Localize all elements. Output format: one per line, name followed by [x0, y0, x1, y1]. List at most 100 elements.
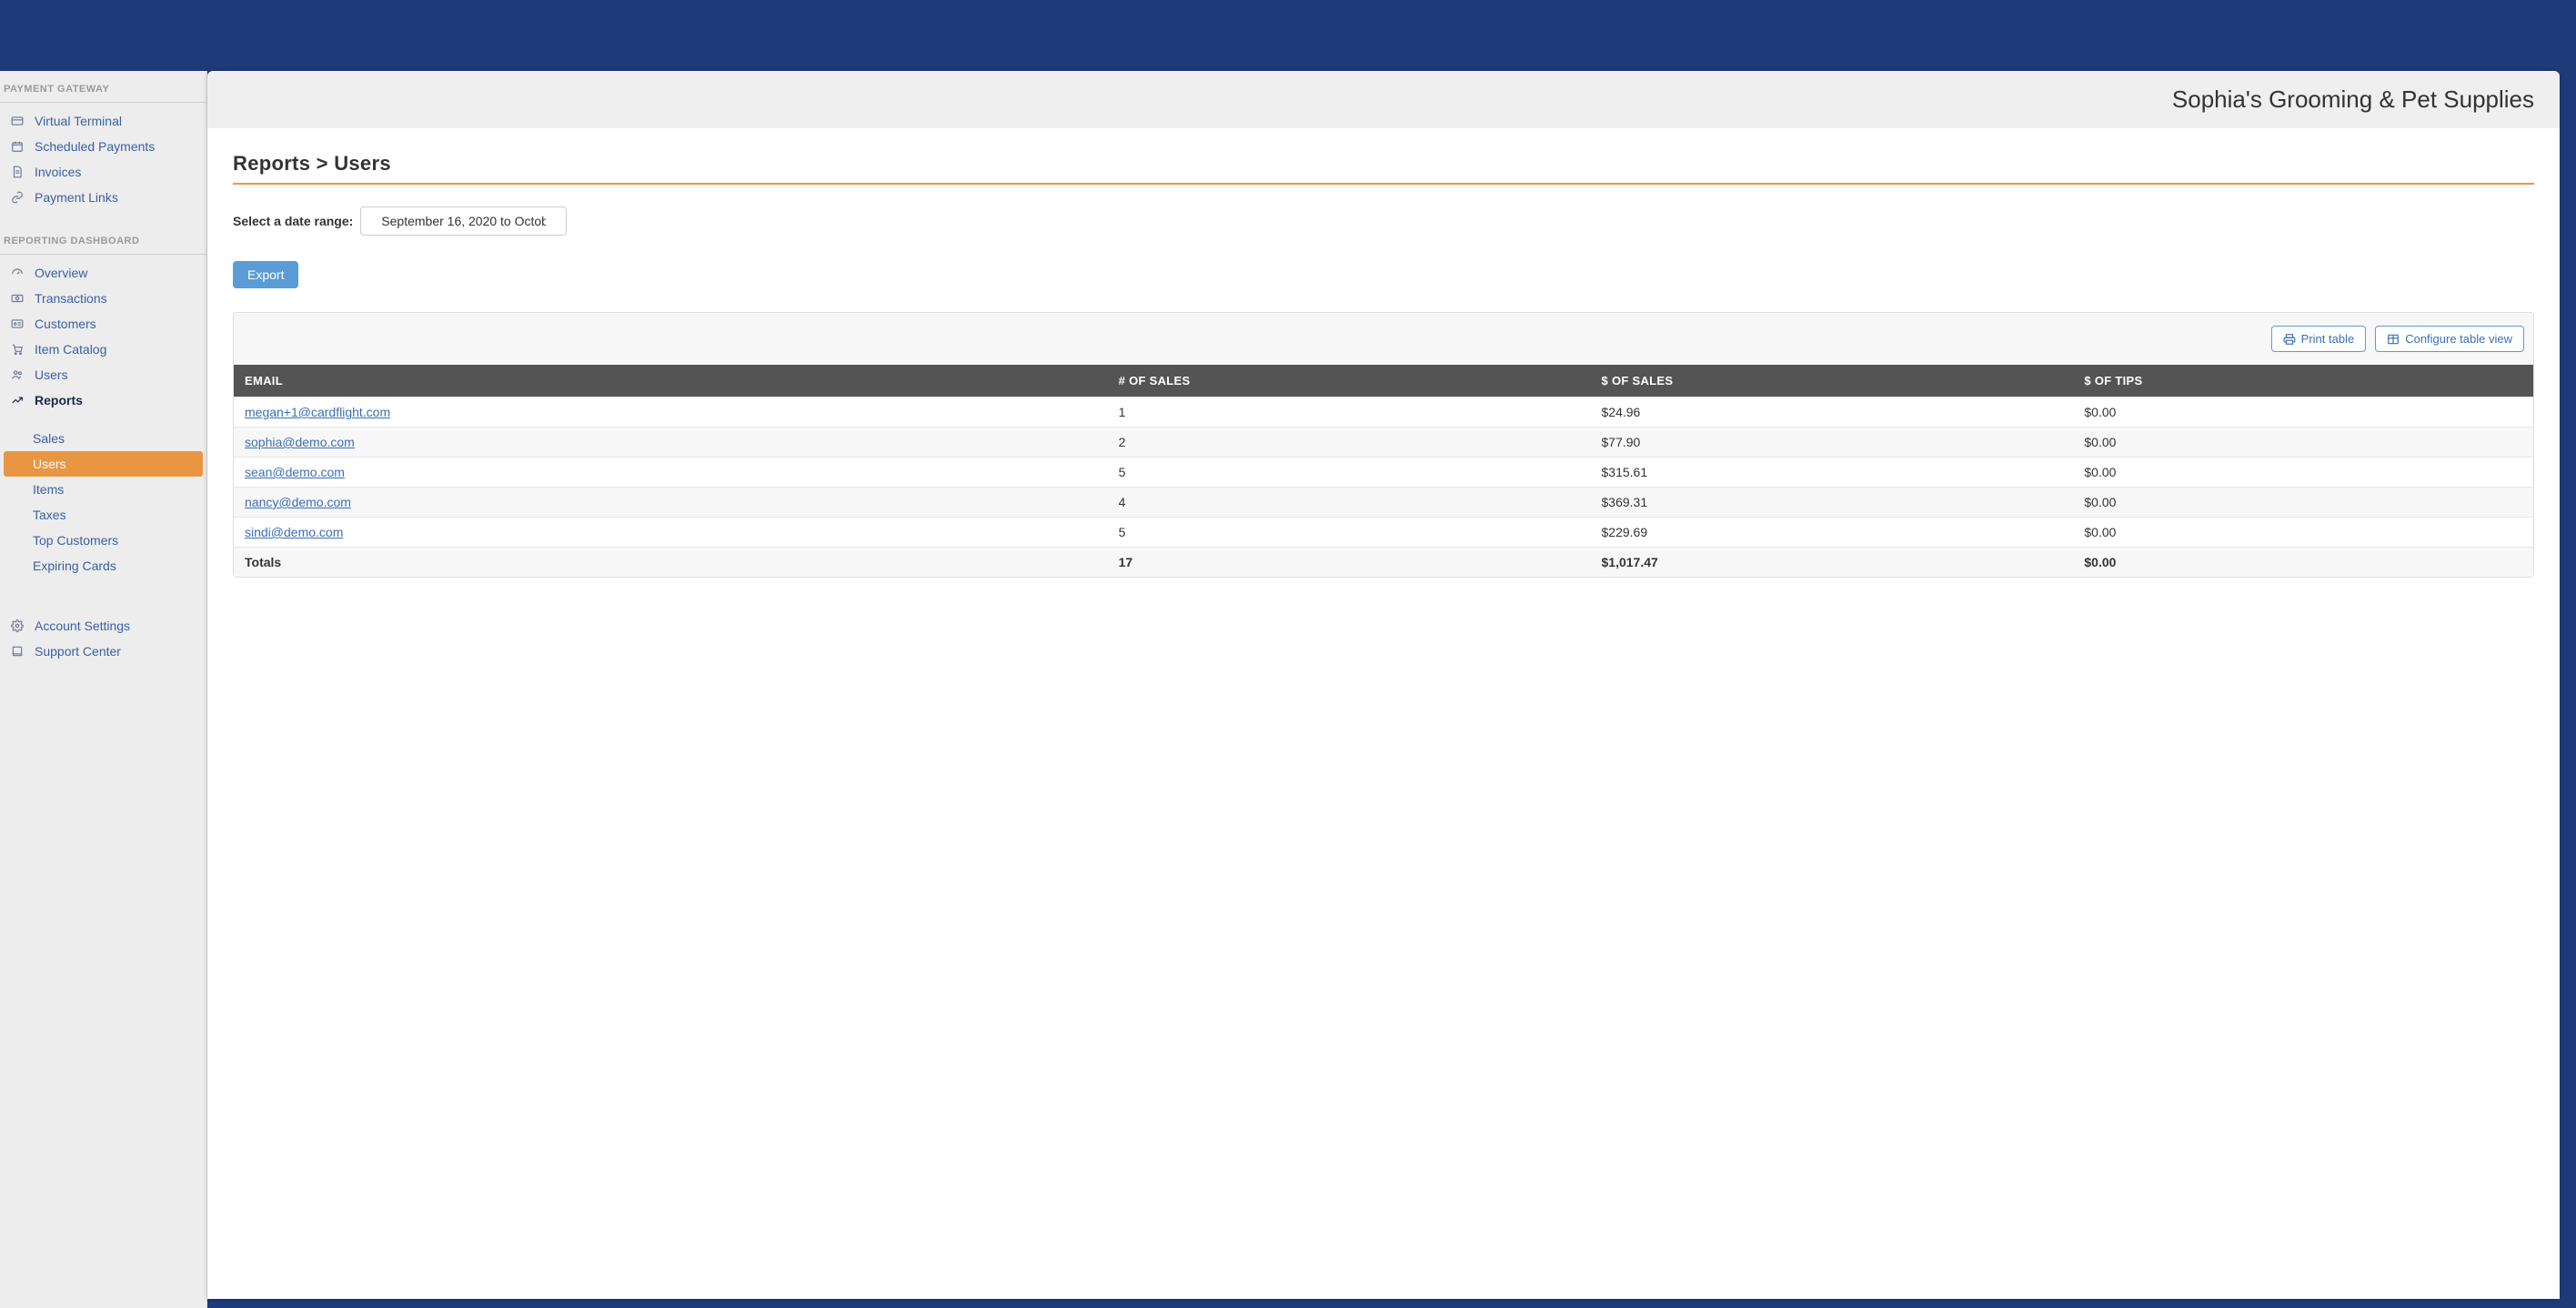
email-link[interactable]: nancy@demo.com — [245, 495, 351, 509]
reports-sub-top-customers[interactable]: Top Customers — [0, 528, 206, 553]
cell-num-sales: 5 — [1108, 518, 1591, 548]
cell-tips: $0.00 — [2073, 518, 2533, 548]
main-panel: Sophia's Grooming & Pet Supplies Reports… — [207, 71, 2560, 1299]
cell-email: sophia@demo.com — [234, 428, 1108, 458]
section-header-dashboard: REPORTING DASHBOARD — [0, 223, 206, 255]
cart-icon — [9, 342, 25, 357]
reports-sub-taxes[interactable]: Taxes — [0, 502, 206, 528]
book-icon — [9, 644, 25, 659]
cell-email: nancy@demo.com — [234, 488, 1108, 518]
cell-num-sales: 1 — [1108, 397, 1591, 428]
col-sales: $ OF SALES — [1591, 365, 2074, 397]
nav-label: Customers — [35, 317, 96, 331]
cell-num-sales: 5 — [1108, 458, 1591, 488]
cell-sales: $315.61 — [1591, 458, 2074, 488]
nav-label: Item Catalog — [35, 342, 106, 357]
nav-overview[interactable]: Overview — [0, 260, 206, 286]
document-icon — [9, 165, 25, 179]
nav-customers[interactable]: Customers — [0, 311, 206, 337]
reports-sub-items[interactable]: Items — [0, 477, 206, 502]
cell-tips: $0.00 — [2073, 428, 2533, 458]
table-totals-row: Totals17$1,017.47$0.00 — [234, 548, 2533, 578]
table-row: sean@demo.com 5$315.61$0.00 — [234, 458, 2533, 488]
credit-card-icon — [9, 114, 25, 128]
nav-scheduled-payments[interactable]: Scheduled Payments — [0, 134, 206, 159]
configure-table-button[interactable]: Configure table view — [2375, 326, 2524, 352]
topbar — [0, 0, 2576, 71]
users-icon — [9, 367, 25, 382]
cell-tips: $0.00 — [2073, 397, 2533, 428]
cell-sales: $369.31 — [1591, 488, 2074, 518]
merchant-name: Sophia's Grooming & Pet Supplies — [2172, 86, 2534, 114]
id-card-icon — [9, 317, 25, 331]
table-row: nancy@demo.com4$369.31$0.00 — [234, 488, 2533, 518]
email-link[interactable]: sindi@demo.com — [245, 525, 343, 539]
table-row: megan+1@cardflight.com 1$24.96$0.00 — [234, 397, 2533, 428]
cell-totals-tips: $0.00 — [2073, 548, 2533, 578]
nav-users[interactable]: Users — [0, 362, 206, 387]
print-icon — [2283, 333, 2296, 346]
users-table: EMAIL # OF SALES $ OF SALES $ OF TIPS me… — [234, 365, 2533, 577]
nav-label: Support Center — [35, 644, 121, 659]
nav-reports[interactable]: Reports — [0, 387, 206, 413]
cell-totals-num: 17 — [1108, 548, 1591, 578]
nav-account-settings[interactable]: Account Settings — [0, 613, 206, 639]
cell-num-sales: 4 — [1108, 488, 1591, 518]
table-row: sindi@demo.com5$229.69$0.00 — [234, 518, 2533, 548]
panel-body: Reports > Users Select a date range: Exp… — [207, 128, 2560, 1299]
nav-footer-list: Account Settings Support Center — [0, 608, 206, 677]
nav-payment-links[interactable]: Payment Links — [0, 185, 206, 210]
nav-label: Reports — [35, 393, 83, 407]
email-link[interactable]: sophia@demo.com — [245, 435, 355, 449]
export-button[interactable]: Export — [233, 261, 298, 288]
nav-label: Scheduled Payments — [35, 139, 155, 154]
section-header-gateway: PAYMENT GATEWAY — [0, 71, 206, 103]
cell-totals-label: Totals — [234, 548, 1108, 578]
nav-invoices[interactable]: Invoices — [0, 159, 206, 185]
reports-sub-sales[interactable]: Sales — [0, 426, 206, 451]
cell-email: sindi@demo.com — [234, 518, 1108, 548]
print-table-button[interactable]: Print table — [2271, 326, 2367, 352]
nav-label: Payment Links — [35, 190, 118, 205]
reports-sub-users[interactable]: Users — [4, 451, 203, 477]
page-title: Reports > Users — [233, 152, 2534, 185]
panel-header: Sophia's Grooming & Pet Supplies — [207, 71, 2560, 128]
cell-email: megan+1@cardflight.com — [234, 397, 1108, 428]
nav-virtual-terminal[interactable]: Virtual Terminal — [0, 108, 206, 134]
email-link[interactable]: megan+1@cardflight.com — [245, 405, 390, 419]
nav-transactions[interactable]: Transactions — [0, 286, 206, 311]
chart-line-icon — [9, 393, 25, 407]
nav-label: Account Settings — [35, 619, 130, 633]
nav-support-center[interactable]: Support Center — [0, 639, 206, 664]
table-icon — [2387, 333, 2400, 346]
date-range-row: Select a date range: — [233, 206, 2534, 236]
nav-label: Virtual Terminal — [35, 114, 122, 128]
cell-num-sales: 2 — [1108, 428, 1591, 458]
email-link[interactable]: sean@demo.com — [245, 465, 345, 479]
col-email: EMAIL — [234, 365, 1108, 397]
cell-tips: $0.00 — [2073, 458, 2533, 488]
table-row: sophia@demo.com 2$77.90$0.00 — [234, 428, 2533, 458]
table-header-row: EMAIL # OF SALES $ OF SALES $ OF TIPS — [234, 365, 2533, 397]
link-icon — [9, 190, 25, 205]
nav-dashboard-list: Overview Transactions Customers Item Cat… — [0, 255, 206, 426]
nav-label: Transactions — [35, 291, 107, 306]
nav-label: Overview — [35, 266, 87, 280]
configure-label: Configure table view — [2405, 332, 2512, 346]
table-wrap: Print table Configure table view EMAIL #… — [233, 312, 2534, 578]
col-num-sales: # OF SALES — [1108, 365, 1591, 397]
date-range-label: Select a date range: — [233, 214, 353, 228]
nav-item-catalog[interactable]: Item Catalog — [0, 337, 206, 362]
cell-sales: $24.96 — [1591, 397, 2074, 428]
cell-sales: $77.90 — [1591, 428, 2074, 458]
cell-totals-sales: $1,017.47 — [1591, 548, 2074, 578]
money-icon — [9, 291, 25, 306]
date-range-input[interactable] — [360, 206, 567, 236]
table-toolbar: Print table Configure table view — [234, 313, 2533, 365]
sidebar: PAYMENT GATEWAY Virtual Terminal Schedul… — [0, 71, 207, 1308]
calendar-icon — [9, 139, 25, 154]
gauge-icon — [9, 266, 25, 280]
reports-sub-list: Sales Users Items Taxes Top Customers Ex… — [0, 426, 206, 589]
reports-sub-expiring-cards[interactable]: Expiring Cards — [0, 553, 206, 579]
nav-label: Users — [35, 367, 68, 382]
